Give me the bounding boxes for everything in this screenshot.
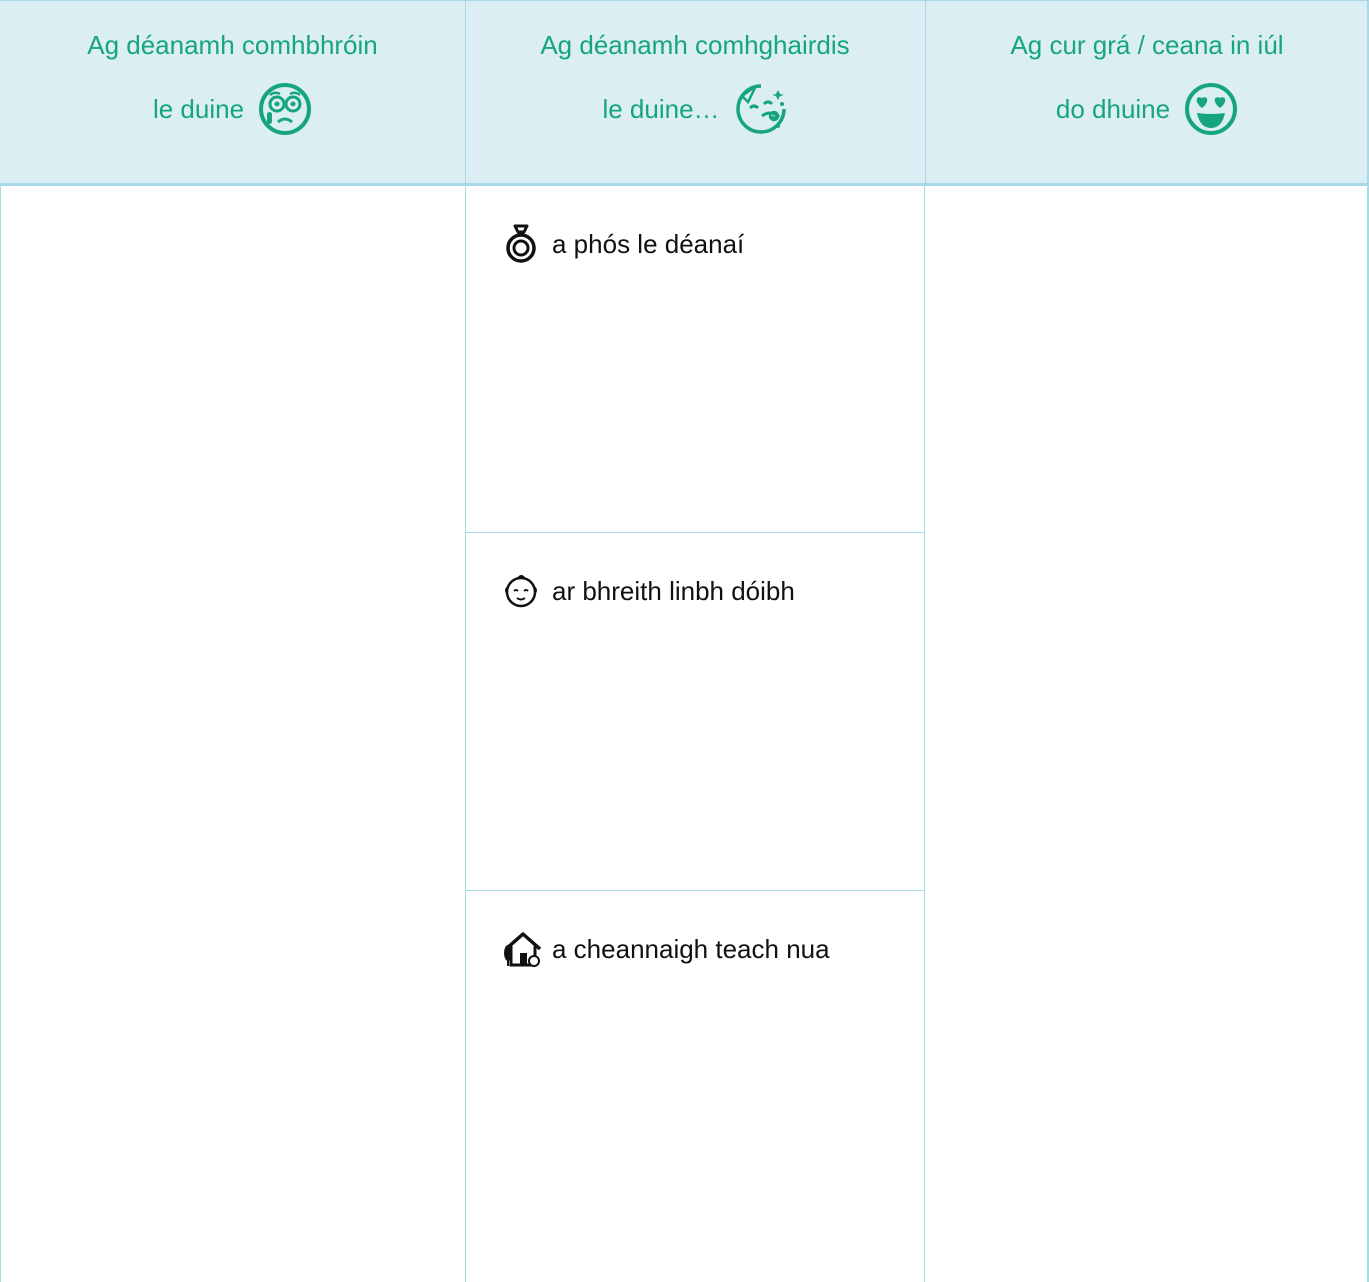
table: Ag déanamh comhbhróin le duine Ag déanam… [0, 0, 1369, 1282]
header-cell-affection: Ag cur grá / ceana in iúl do dhuine [925, 1, 1369, 184]
column-divider [465, 0, 466, 186]
sad-face-icon [258, 82, 312, 136]
heart-eyes-face-icon [1184, 82, 1238, 136]
column-divider [925, 0, 926, 186]
header-cell-congratulations: Ag déanamh comhghairdis le duine… [465, 1, 925, 184]
item-text: a cheannaigh teach nua [552, 934, 830, 964]
table-cell: a phós le déanaí [466, 186, 924, 533]
ring-icon [504, 224, 538, 264]
header-title: Ag déanamh comhghairdis [540, 30, 850, 60]
table-cell: a cheannaigh teach nua [466, 891, 924, 1282]
table-header: Ag déanamh comhbhróin le duine Ag déanam… [0, 0, 1369, 186]
list-item: ar bhreith linbh dóibh [504, 571, 795, 611]
list-item: a cheannaigh teach nua [504, 929, 830, 969]
item-text: a phós le déanaí [552, 229, 745, 259]
item-text: ar bhreith linbh dóibh [552, 576, 795, 606]
header-subtitle: le duine… [602, 94, 720, 124]
list-item: a phós le déanaí [504, 224, 744, 264]
party-face-icon [734, 82, 788, 136]
header-title: Ag déanamh comhbhróin [87, 30, 378, 60]
header-cell-sympathy: Ag déanamh comhbhróin le duine [0, 1, 465, 184]
baby-icon [504, 571, 538, 611]
congratulations-column: a phós le déanaí ar bhreith linbh dóibh … [465, 186, 925, 1282]
table-cell: ar bhreith linbh dóibh [466, 533, 924, 891]
header-subtitle: do dhuine [1055, 94, 1171, 124]
header-subtitle: le duine [152, 94, 245, 124]
header-title: Ag cur grá / ceana in iúl [1010, 30, 1284, 60]
house-icon [504, 929, 542, 969]
